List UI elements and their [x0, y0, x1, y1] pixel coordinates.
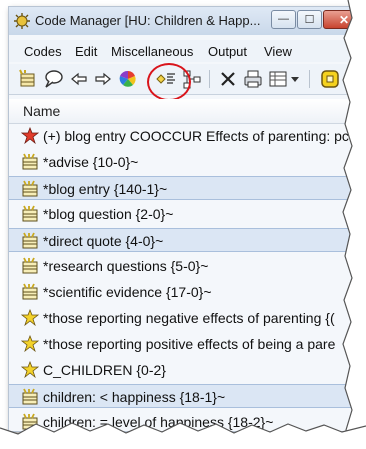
- menu-output[interactable]: Output: [208, 44, 247, 59]
- code-list: (+) blog entry COOCCUR Effects of parent…: [9, 124, 357, 431]
- list-header[interactable]: Name: [9, 99, 357, 124]
- maximize-button[interactable]: ☐: [297, 10, 322, 29]
- back-arrow-icon[interactable]: [68, 68, 90, 90]
- torn-edge-right: [342, 0, 366, 449]
- code-yellow-icon: [21, 335, 39, 353]
- minimize-icon: —: [278, 13, 289, 25]
- code-manager-app-icon: [14, 13, 30, 29]
- code-icon: [22, 205, 38, 222]
- code-icon: [22, 257, 38, 274]
- code-yellow-icon: [21, 361, 39, 379]
- name-column-header[interactable]: Name: [23, 103, 60, 119]
- list-item-label: *blog question {2-0}~: [43, 206, 174, 222]
- code-icon: [22, 180, 38, 197]
- forward-arrow-icon[interactable]: [92, 68, 114, 90]
- code-icon: [22, 283, 38, 300]
- code-manager-window: Code Manager [HU: Children & Happ... — ☐…: [8, 6, 358, 432]
- torn-edge-bottom: [0, 422, 366, 449]
- list-item[interactable]: *those reporting negative effects of par…: [9, 306, 357, 330]
- code-icon: [22, 388, 38, 405]
- new-code-icon[interactable]: [17, 68, 39, 90]
- list-item[interactable]: *advise {10-0}~: [9, 150, 357, 174]
- list-item-label: *direct quote {4-0}~: [43, 233, 164, 249]
- menu-view[interactable]: View: [264, 44, 292, 59]
- list-item[interactable]: children: < happiness {18-1}~: [9, 384, 357, 408]
- delete-icon[interactable]: [217, 68, 239, 90]
- list-item[interactable]: *research questions {5-0}~: [9, 254, 357, 278]
- list-item-label: *scientific evidence {17-0}~: [43, 284, 212, 300]
- code-icon: [22, 153, 38, 170]
- title-bar[interactable]: Code Manager [HU: Children & Happ... — ☐…: [9, 7, 357, 35]
- maximize-icon: ☐: [304, 14, 315, 26]
- menu-bar: Codes Edit Miscellaneous Output View: [9, 40, 357, 62]
- menu-miscellaneous[interactable]: Miscellaneous: [111, 44, 193, 59]
- list-item[interactable]: *direct quote {4-0}~: [9, 228, 357, 252]
- list-item-label: (+) blog entry COOCCUR Effects of parent…: [43, 128, 349, 144]
- window-title: Code Manager [HU: Children & Happ...: [35, 13, 261, 28]
- comment-icon[interactable]: [42, 68, 64, 90]
- view-dropdown-icon[interactable]: [289, 68, 301, 90]
- list-item-label: *those reporting negative effects of par…: [43, 310, 335, 326]
- list-item-label: C_CHILDREN {0-2}: [43, 362, 166, 378]
- list-item-label: *research questions {5-0}~: [43, 258, 209, 274]
- list-item[interactable]: *blog question {2-0}~: [9, 202, 357, 226]
- list-item-label: *advise {10-0}~: [43, 154, 139, 170]
- view-options-icon[interactable]: [267, 68, 289, 90]
- list-item-label: *those reporting positive effects of bei…: [43, 336, 336, 352]
- list-item[interactable]: *scientific evidence {17-0}~: [9, 280, 357, 304]
- list-item[interactable]: *those reporting positive effects of bei…: [9, 332, 357, 356]
- list-item[interactable]: (+) blog entry COOCCUR Effects of parent…: [9, 124, 357, 148]
- list-item-label: children: < happiness {18-1}~: [43, 389, 226, 405]
- menu-edit[interactable]: Edit: [75, 44, 97, 59]
- toolbar-separator: [309, 70, 310, 88]
- code-yellow-icon: [21, 309, 39, 327]
- menu-codes[interactable]: Codes: [24, 44, 62, 59]
- print-icon[interactable]: [242, 68, 264, 90]
- annotation-highlight-circle: [147, 63, 191, 101]
- toolbar-separator: [209, 70, 210, 88]
- list-item[interactable]: *blog entry {140-1}~: [9, 176, 357, 200]
- code-icon: [22, 232, 38, 249]
- color-wheel-icon[interactable]: [117, 68, 139, 90]
- minimize-button[interactable]: —: [271, 10, 296, 29]
- list-item[interactable]: C_CHILDREN {0-2}: [9, 358, 357, 382]
- list-item-label: *blog entry {140-1}~: [43, 181, 168, 197]
- code-cooccur-icon: [21, 127, 39, 145]
